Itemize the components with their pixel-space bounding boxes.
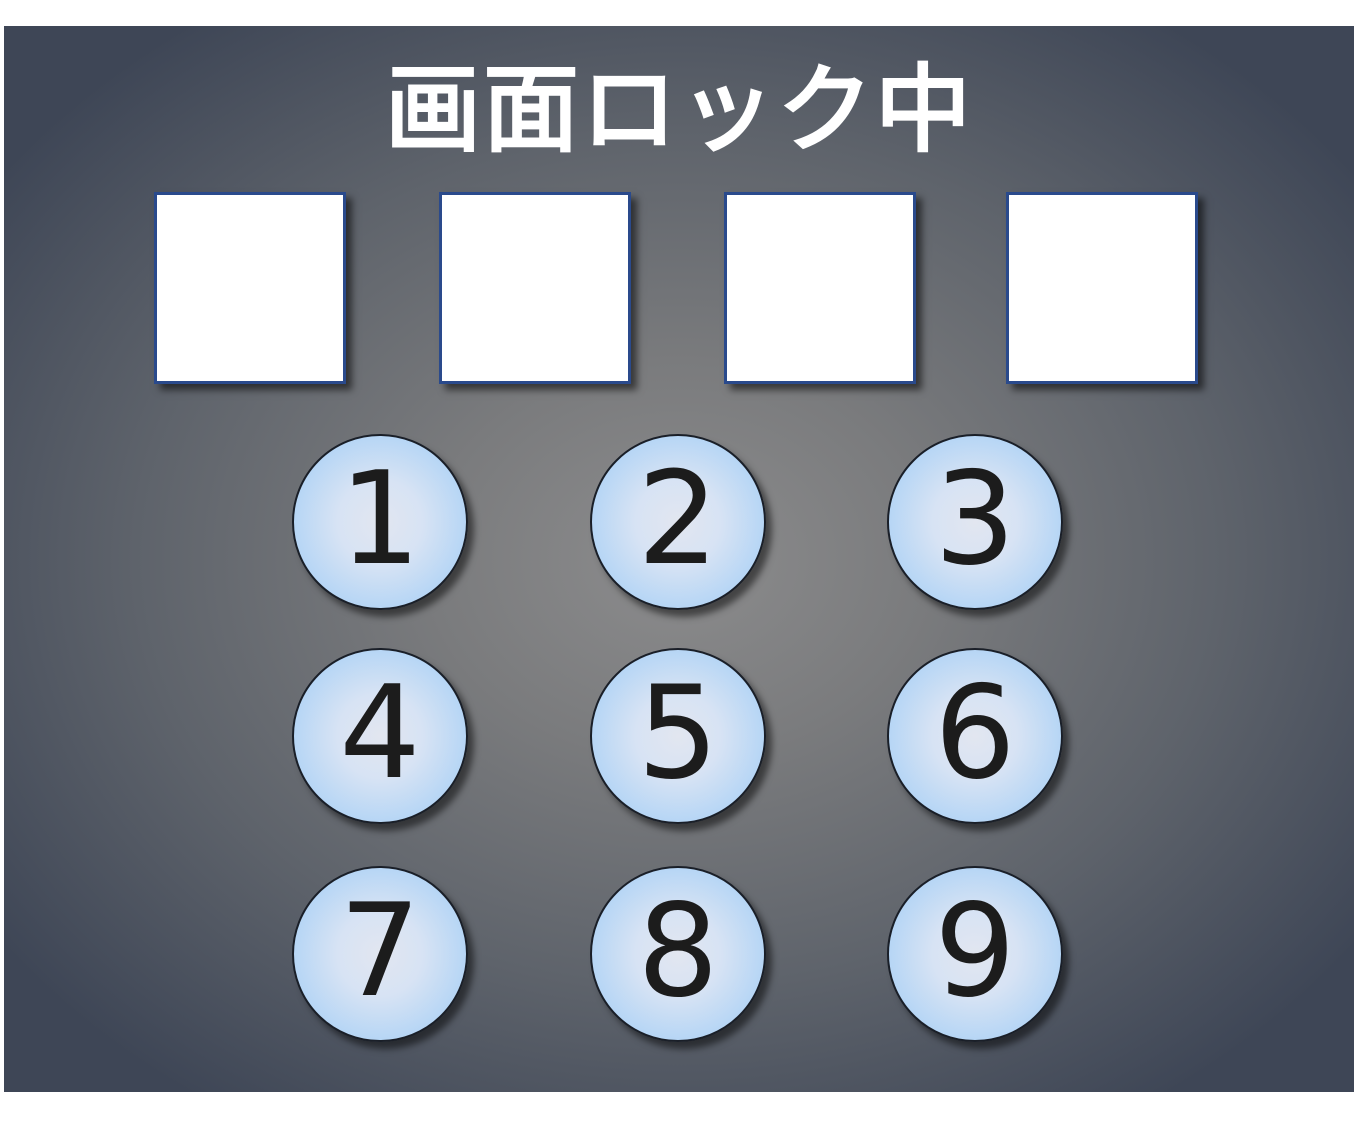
pin-slot-4 (1006, 192, 1198, 384)
keypad-button-9[interactable]: 9 (887, 866, 1063, 1042)
keypad-button-4[interactable]: 4 (292, 648, 468, 824)
lock-title: 画面ロック中 (385, 54, 973, 166)
keypad-label: 6 (934, 659, 1016, 808)
pin-slot-3 (724, 192, 916, 384)
keypad-button-2[interactable]: 2 (590, 434, 766, 610)
keypad-button-1[interactable]: 1 (292, 434, 468, 610)
keypad-label: 8 (637, 877, 719, 1026)
pin-slot-2 (439, 192, 631, 384)
keypad-button-5[interactable]: 5 (590, 648, 766, 824)
lock-screen: 画面ロック中 1 2 3 4 5 6 7 8 9 (4, 26, 1354, 1092)
keypad-button-7[interactable]: 7 (292, 866, 468, 1042)
keypad-label: 7 (339, 877, 421, 1026)
keypad-label: 4 (339, 659, 421, 808)
keypad-label: 5 (637, 659, 719, 808)
keypad-button-8[interactable]: 8 (590, 866, 766, 1042)
keypad-label: 2 (637, 445, 719, 594)
pin-slot-1 (154, 192, 346, 384)
keypad-button-6[interactable]: 6 (887, 648, 1063, 824)
keypad-label: 9 (934, 877, 1016, 1026)
keypad-button-3[interactable]: 3 (887, 434, 1063, 610)
keypad-label: 1 (339, 445, 421, 594)
keypad-label: 3 (934, 445, 1016, 594)
